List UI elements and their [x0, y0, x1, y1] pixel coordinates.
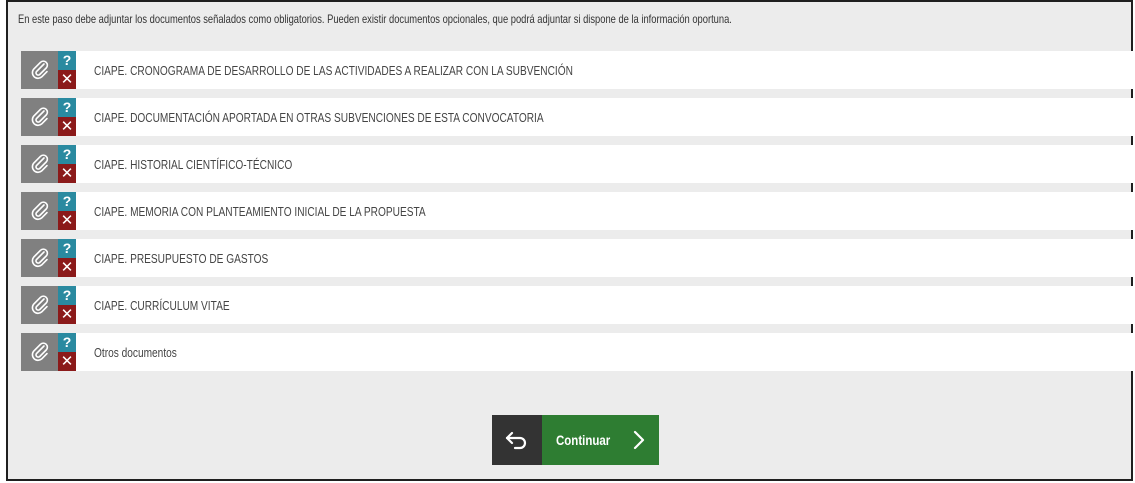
- chevron-right-icon: [633, 430, 645, 450]
- help-icon[interactable]: ?: [58, 286, 76, 305]
- row-actions: ? ✕: [58, 51, 76, 89]
- help-icon[interactable]: ?: [58, 239, 76, 258]
- action-bar: Continuar: [492, 415, 659, 465]
- delete-icon[interactable]: ✕: [58, 117, 76, 136]
- attach-button[interactable]: [21, 145, 58, 183]
- document-label: CIAPE. CRONOGRAMA DE DESARROLLO DE LAS A…: [94, 62, 573, 78]
- row-actions: ? ✕: [58, 286, 76, 324]
- document-label: Otros documentos: [94, 344, 177, 360]
- document-row: ? ✕ CIAPE. CURRÍCULUM VITAE: [21, 286, 1135, 324]
- attachments-panel: En este paso debe adjuntar los documento…: [6, 0, 1135, 481]
- help-icon[interactable]: ?: [58, 145, 76, 164]
- help-icon[interactable]: ?: [58, 51, 76, 70]
- attach-button[interactable]: [21, 333, 58, 371]
- row-actions: ? ✕: [58, 239, 76, 277]
- help-icon[interactable]: ?: [58, 98, 76, 117]
- document-row: ? ✕ CIAPE. MEMORIA CON PLANTEAMIENTO INICI…: [21, 192, 1135, 230]
- attach-button[interactable]: [21, 239, 58, 277]
- row-actions: ? ✕: [58, 145, 76, 183]
- paperclip-icon: [31, 248, 48, 268]
- row-actions: ? ✕: [58, 192, 76, 230]
- document-label: CIAPE. MEMORIA CON PLANTEAMIENTO INICIAL…: [94, 203, 426, 219]
- help-icon[interactable]: ?: [58, 192, 76, 211]
- attach-button[interactable]: [21, 98, 58, 136]
- continue-label: Continuar: [556, 432, 611, 448]
- attach-button[interactable]: [21, 51, 58, 89]
- back-arrow-icon: [505, 431, 527, 450]
- document-row: ? ✕ CIAPE. CRONOGRAMA DE DESARROLLO DE LAS…: [21, 51, 1135, 89]
- paperclip-icon: [31, 342, 48, 362]
- delete-icon[interactable]: ✕: [58, 164, 76, 183]
- attach-button[interactable]: [21, 192, 58, 230]
- help-icon[interactable]: ?: [58, 333, 76, 352]
- instructions-text: En este paso debe adjuntar los documento…: [18, 12, 732, 26]
- paperclip-icon: [31, 201, 48, 221]
- document-label: CIAPE. DOCUMENTACIÓN APORTADA EN OTRAS S…: [94, 109, 544, 125]
- delete-icon[interactable]: ✕: [58, 211, 76, 230]
- paperclip-icon: [31, 295, 48, 315]
- document-row: ? ✕ CIAPE. DOCUMENTACIÓN APORTADA EN OTRAS…: [21, 98, 1135, 136]
- paperclip-icon: [31, 154, 48, 174]
- delete-icon[interactable]: ✕: [58, 305, 76, 324]
- paperclip-icon: [31, 60, 48, 80]
- document-label: CIAPE. CURRÍCULUM VITAE: [94, 297, 230, 313]
- document-label: CIAPE. PRESUPUESTO DE GASTOS: [94, 250, 269, 266]
- back-button[interactable]: [492, 415, 542, 465]
- attach-button[interactable]: [21, 286, 58, 324]
- document-row: ? ✕ Otros documentos: [21, 333, 1135, 371]
- paperclip-icon: [31, 107, 48, 127]
- row-actions: ? ✕: [58, 333, 76, 371]
- delete-icon[interactable]: ✕: [58, 258, 76, 277]
- document-row: ? ✕ CIAPE. PRESUPUESTO DE GASTOS: [21, 239, 1135, 277]
- delete-icon[interactable]: ✕: [58, 352, 76, 371]
- document-label: CIAPE. HISTORIAL CIENTÍFICO-TÉCNICO: [94, 156, 293, 172]
- continue-button[interactable]: Continuar: [542, 415, 659, 465]
- row-actions: ? ✕: [58, 98, 76, 136]
- document-row: ? ✕ CIAPE. HISTORIAL CIENTÍFICO-TÉCNICO: [21, 145, 1135, 183]
- document-list: ? ✕ CIAPE. CRONOGRAMA DE DESARROLLO DE LAS…: [21, 51, 1135, 380]
- delete-icon[interactable]: ✕: [58, 70, 76, 89]
